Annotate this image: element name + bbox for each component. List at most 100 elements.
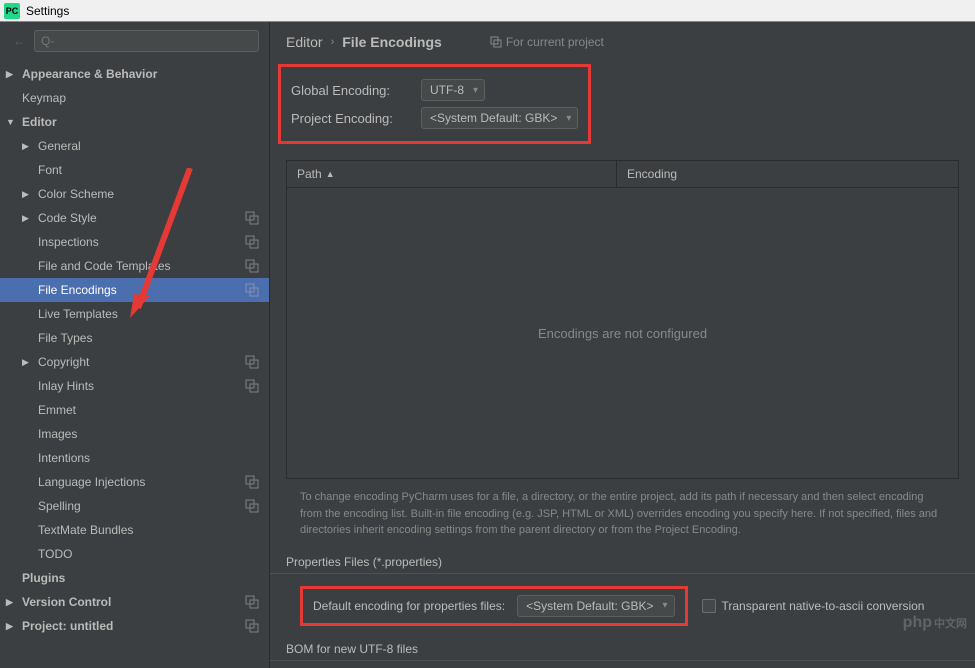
sidebar-item-editor[interactable]: ▼ Editor [0, 110, 269, 134]
properties-default-label: Default encoding for properties files: [313, 599, 505, 613]
sidebar-item-intentions[interactable]: Intentions [0, 446, 269, 470]
sidebar-item-textmate-bundles[interactable]: TextMate Bundles [0, 518, 269, 542]
sidebar-item-file-and-code-templates[interactable]: File and Code Templates [0, 254, 269, 278]
tree-arrow-icon: ▶ [22, 213, 32, 224]
sidebar-item-copyright[interactable]: ▶ Copyright [0, 350, 269, 374]
sidebar-item-code-style[interactable]: ▶ Code Style [0, 206, 269, 230]
table-empty-state: Encodings are not configured [287, 188, 958, 478]
sidebar-item-label: Images [38, 427, 77, 441]
app-icon: PC [4, 3, 20, 19]
sidebar-item-label: Color Scheme [38, 187, 114, 201]
sidebar-item-label: Live Templates [38, 307, 118, 321]
sidebar-item-label: Copyright [38, 355, 89, 369]
sidebar-item-label: Inspections [38, 235, 99, 249]
breadcrumb-current: File Encodings [342, 34, 442, 50]
path-column-header[interactable]: Path ▲ [287, 161, 617, 187]
watermark: php中文网 [903, 614, 967, 632]
search-row: ← [0, 22, 269, 60]
sidebar-item-project-untitled[interactable]: ▶ Project: untitled [0, 614, 269, 638]
copy-scope-icon [245, 595, 259, 609]
global-encoding-dropdown[interactable]: UTF-8 [421, 79, 485, 101]
sidebar-item-label: TextMate Bundles [38, 523, 133, 537]
sidebar-item-label: Keymap [22, 91, 66, 105]
table-header: Path ▲ Encoding [287, 161, 958, 188]
sidebar-item-language-injections[interactable]: Language Injections [0, 470, 269, 494]
sidebar-item-inlay-hints[interactable]: Inlay Hints [0, 374, 269, 398]
breadcrumb-parent[interactable]: Editor [286, 34, 323, 50]
sidebar-item-todo[interactable]: TODO [0, 542, 269, 566]
sidebar-item-spelling[interactable]: Spelling [0, 494, 269, 518]
sidebar-item-label: TODO [38, 547, 72, 561]
sidebar-item-label: Spelling [38, 499, 81, 513]
sidebar: ← ▶Appearance & BehaviorKeymap▼Editor▶Ge… [0, 22, 270, 668]
encoding-table: Path ▲ Encoding Encodings are not config… [286, 160, 959, 479]
project-scope-label: For current project [490, 35, 604, 49]
copy-scope-icon [245, 283, 259, 297]
sidebar-item-label: Version Control [22, 595, 111, 609]
chevron-right-icon: › [331, 36, 335, 48]
sidebar-item-label: Font [38, 163, 62, 177]
help-text: To change encoding PyCharm uses for a fi… [270, 479, 975, 549]
tree-arrow-icon: ▶ [22, 357, 32, 368]
sidebar-item-label: General [38, 139, 81, 153]
sidebar-item-label: Editor [22, 115, 57, 129]
back-arrow-icon: ← [10, 32, 28, 50]
search-input[interactable] [34, 30, 259, 52]
sidebar-item-appearance-behavior[interactable]: ▶Appearance & Behavior [0, 62, 269, 86]
sidebar-item-label: File Encodings [38, 283, 117, 297]
sidebar-item-version-control[interactable]: ▶ Version Control [0, 590, 269, 614]
tree-arrow-icon: ▶ [6, 597, 16, 608]
project-encoding-dropdown[interactable]: <System Default: GBK> [421, 107, 578, 129]
copy-scope-icon [245, 379, 259, 393]
tree-arrow-icon: ▶ [22, 141, 32, 152]
sidebar-item-emmet[interactable]: Emmet [0, 398, 269, 422]
sidebar-item-label: Emmet [38, 403, 76, 417]
tree-arrow-icon: ▶ [22, 189, 32, 200]
encoding-box-highlight: Global Encoding: UTF-8 Project Encoding:… [278, 64, 591, 144]
tree-arrow-icon: ▶ [6, 621, 16, 632]
sidebar-item-label: Code Style [38, 211, 97, 225]
sidebar-item-font[interactable]: Font [0, 158, 269, 182]
project-encoding-label: Project Encoding: [291, 111, 411, 126]
global-encoding-row: Global Encoding: UTF-8 [291, 79, 578, 101]
copy-scope-icon [245, 211, 259, 225]
sidebar-item-label: Intentions [38, 451, 90, 465]
properties-highlight: Default encoding for properties files: <… [300, 586, 688, 626]
breadcrumb: Editor › File Encodings For current proj… [270, 22, 975, 62]
global-encoding-label: Global Encoding: [291, 83, 411, 98]
copy-scope-icon [245, 235, 259, 249]
copy-scope-icon [245, 499, 259, 513]
sidebar-item-label: Appearance & Behavior [22, 67, 157, 81]
sidebar-item-plugins[interactable]: Plugins [0, 566, 269, 590]
bom-section-title: BOM for new UTF-8 files [270, 636, 975, 661]
sidebar-item-label: File Types [38, 331, 92, 345]
tree-arrow-icon: ▼ [6, 117, 16, 127]
copy-scope-icon [245, 355, 259, 369]
copy-icon [490, 36, 502, 48]
main-container: ← ▶Appearance & BehaviorKeymap▼Editor▶Ge… [0, 22, 975, 668]
sidebar-item-general[interactable]: ▶ General [0, 134, 269, 158]
sidebar-item-file-types[interactable]: File Types [0, 326, 269, 350]
sidebar-item-keymap[interactable]: Keymap [0, 86, 269, 110]
sidebar-item-images[interactable]: Images [0, 422, 269, 446]
sidebar-item-live-templates[interactable]: Live Templates [0, 302, 269, 326]
copy-scope-icon [245, 475, 259, 489]
sidebar-item-file-encodings[interactable]: File Encodings [0, 278, 269, 302]
content-pane: Editor › File Encodings For current proj… [270, 22, 975, 668]
sidebar-item-label: Language Injections [38, 475, 145, 489]
sidebar-item-label: File and Code Templates [38, 259, 171, 273]
settings-tree: ▶Appearance & BehaviorKeymap▼Editor▶Gene… [0, 60, 269, 668]
transparent-checkbox-label: Transparent native-to-ascii conversion [722, 599, 925, 613]
encoding-column-header[interactable]: Encoding [617, 161, 958, 187]
window-title: Settings [26, 4, 69, 18]
sort-ascending-icon: ▲ [326, 169, 335, 179]
properties-default-dropdown[interactable]: <System Default: GBK> [517, 595, 674, 617]
properties-row: Default encoding for properties files: <… [270, 582, 975, 636]
transparent-checkbox-row[interactable]: Transparent native-to-ascii conversion [702, 599, 925, 613]
sidebar-item-inspections[interactable]: Inspections [0, 230, 269, 254]
sidebar-item-label: Plugins [22, 571, 65, 585]
transparent-checkbox[interactable] [702, 599, 716, 613]
copy-scope-icon [245, 259, 259, 273]
sidebar-item-label: Project: untitled [22, 619, 113, 633]
sidebar-item-color-scheme[interactable]: ▶ Color Scheme [0, 182, 269, 206]
